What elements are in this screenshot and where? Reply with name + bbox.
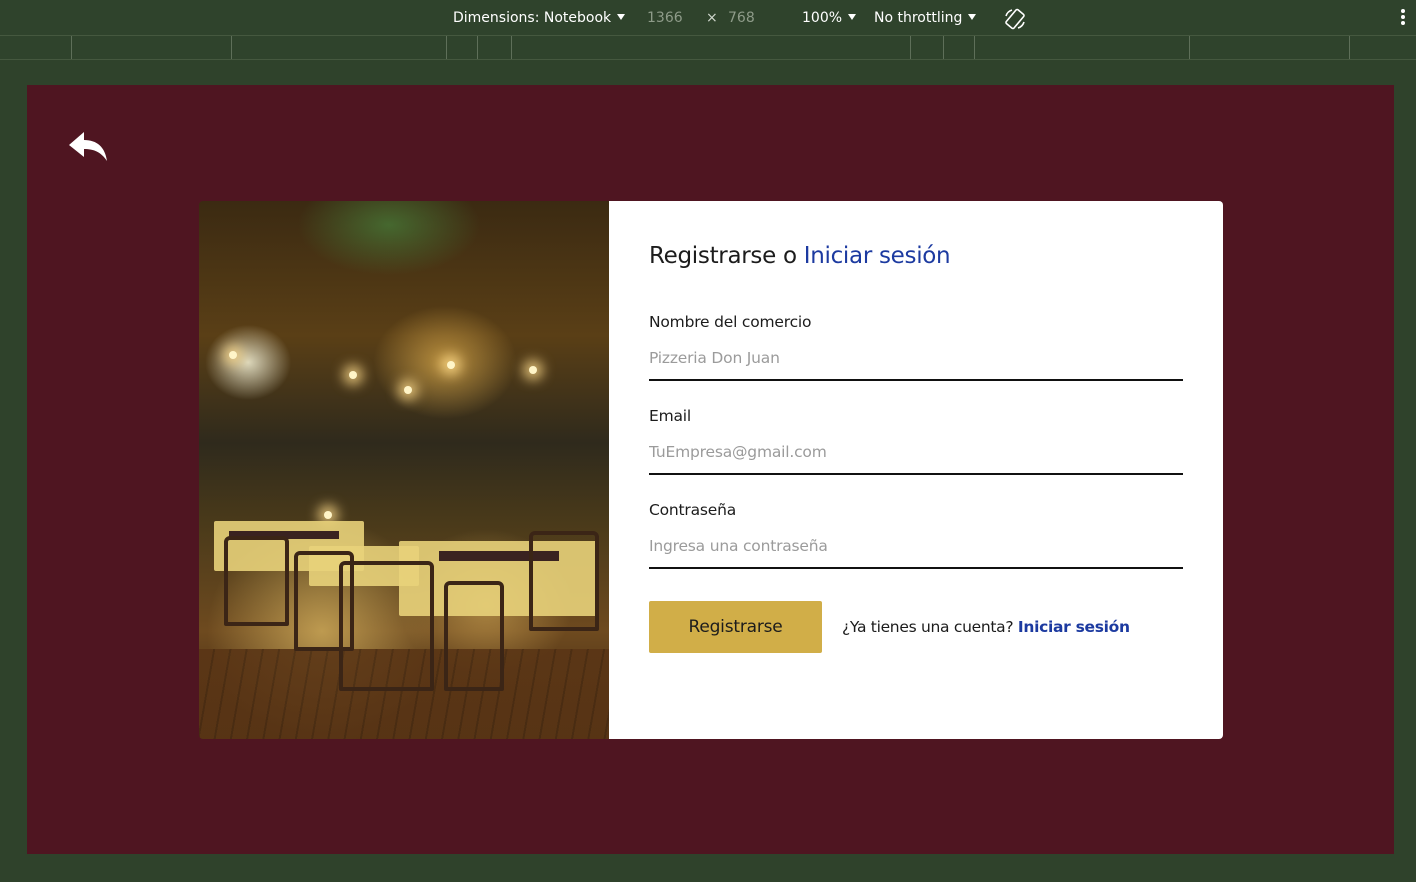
password-field: Contraseña	[649, 501, 1183, 569]
email-field: Email	[649, 407, 1183, 475]
more-icon[interactable]	[1400, 9, 1406, 27]
login-link[interactable]: Iniciar sesión	[1018, 618, 1130, 636]
business-name-field: Nombre del comercio	[649, 313, 1183, 381]
zoom-label: 100%	[802, 10, 843, 26]
restaurant-photo	[199, 201, 609, 739]
chevron-down-icon	[848, 14, 857, 20]
title-login-link[interactable]: Iniciar sesión	[804, 243, 951, 269]
dimensions-dropdown[interactable]: Dimensions: Notebook	[453, 10, 626, 26]
password-input[interactable]	[649, 531, 1183, 569]
rotate-icon[interactable]	[1003, 7, 1027, 31]
email-label: Email	[649, 407, 692, 425]
email-input[interactable]	[649, 437, 1183, 475]
business-name-input[interactable]	[649, 343, 1183, 381]
height-input[interactable]: 768	[728, 10, 755, 26]
throttling-dropdown[interactable]: No throttling	[874, 10, 977, 26]
chevron-down-icon	[968, 14, 977, 20]
business-name-label: Nombre del comercio	[649, 313, 812, 331]
media-query-ruler	[0, 36, 1416, 60]
title-prefix: Registrarse o	[649, 243, 804, 269]
back-arrow-icon[interactable]	[67, 130, 109, 162]
device-toolbar: Dimensions: Notebook 1366 × 768 100% No …	[0, 0, 1416, 36]
page-title: Registrarse o Iniciar sesión	[649, 243, 1183, 269]
zoom-dropdown[interactable]: 100%	[802, 10, 857, 26]
account-prompt: ¿Ya tienes una cuenta? Iniciar sesión	[842, 618, 1130, 636]
form-actions: Registrarse ¿Ya tienes una cuenta? Inici…	[649, 601, 1183, 653]
register-form: Registrarse o Iniciar sesión Nombre del …	[609, 201, 1223, 739]
throttling-label: No throttling	[874, 10, 963, 26]
times-icon: ×	[706, 10, 718, 26]
password-label: Contraseña	[649, 501, 737, 519]
width-input[interactable]: 1366	[647, 10, 683, 26]
register-card: Registrarse o Iniciar sesión Nombre del …	[199, 201, 1223, 739]
dimensions-label: Dimensions: Notebook	[453, 10, 612, 26]
chevron-down-icon	[617, 14, 626, 20]
account-question: ¿Ya tienes una cuenta?	[842, 618, 1018, 636]
page-viewport: Registrarse o Iniciar sesión Nombre del …	[27, 85, 1394, 854]
register-button[interactable]: Registrarse	[649, 601, 822, 653]
